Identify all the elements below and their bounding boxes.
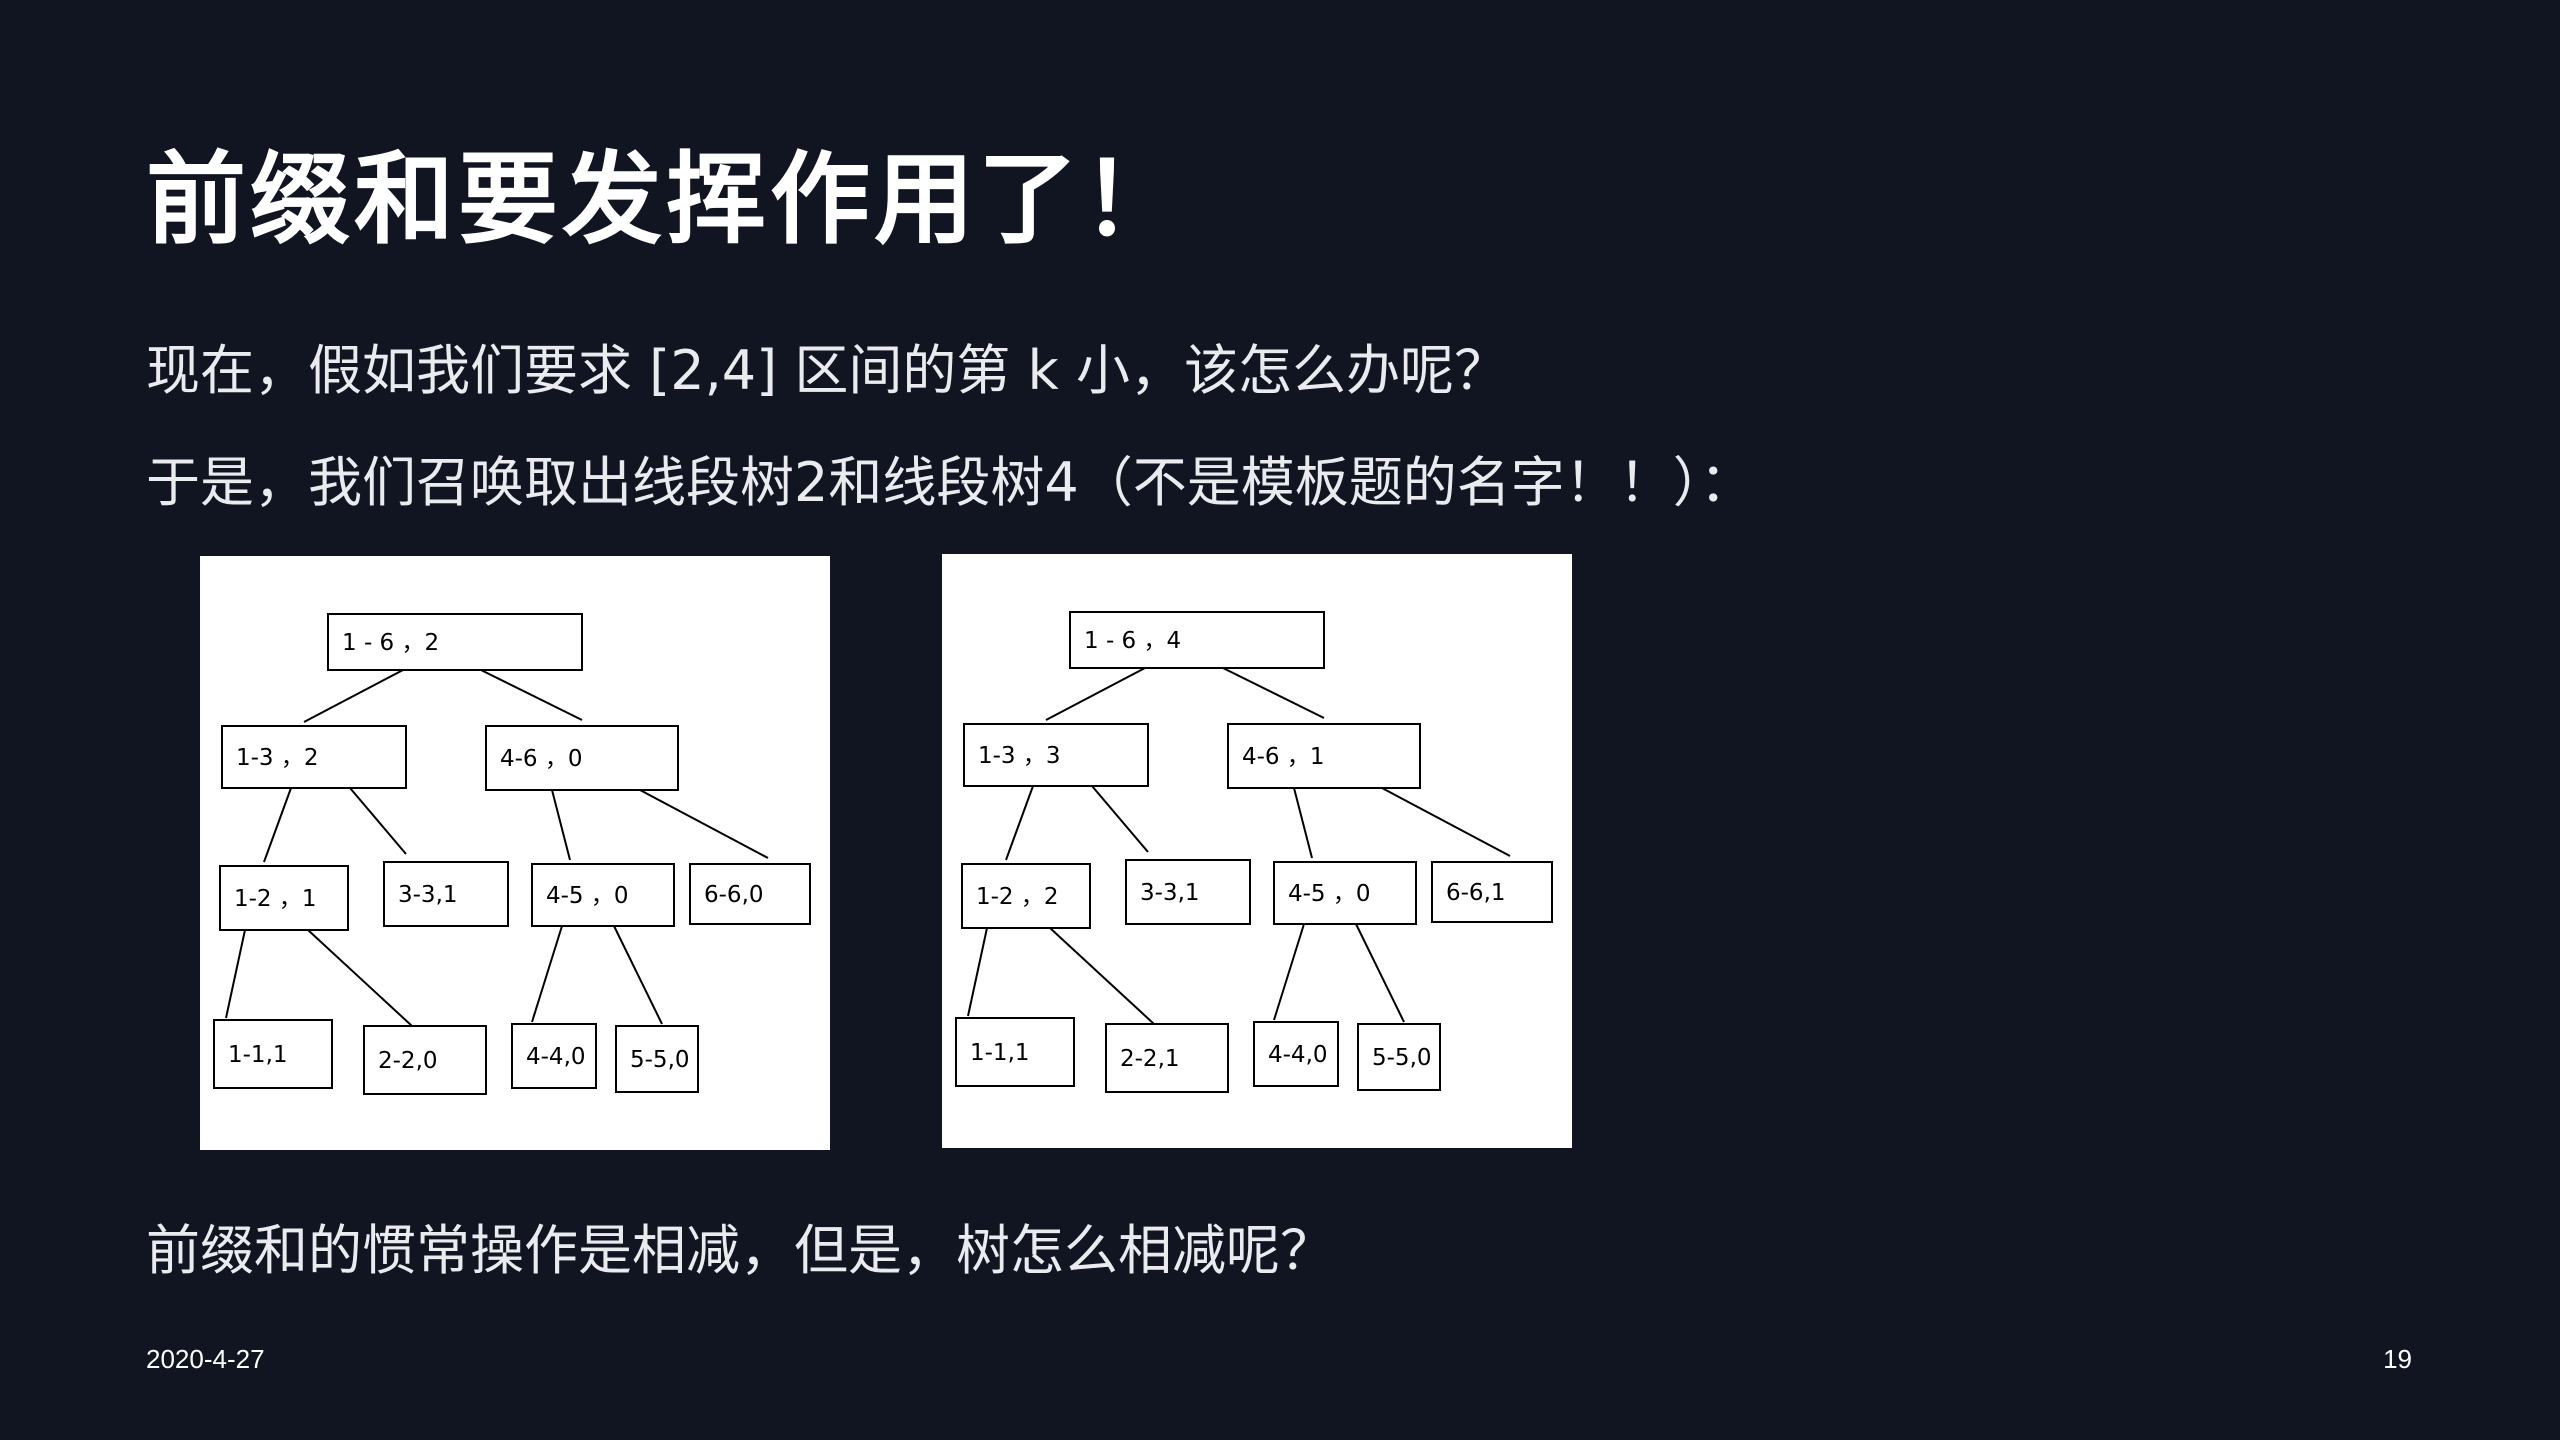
tree-node-label: 1-3 ，3 [978, 743, 1061, 769]
tree-node-label: 4-6 ，0 [500, 746, 583, 772]
tree-node: 3-3,1 [383, 861, 509, 927]
tree-node-label: 1 - 6 ，2 [342, 630, 439, 656]
tree-edge [639, 789, 769, 859]
tree-edge [1273, 923, 1305, 1021]
tree-node-label: 3-3,1 [398, 882, 458, 908]
tree-node: 1 - 6 ，4 [1069, 611, 1325, 669]
tree-node: 1-1,1 [213, 1019, 333, 1089]
tree-edge [1355, 923, 1405, 1023]
tree-edge [303, 669, 404, 723]
tree-edge [1293, 787, 1313, 859]
tree-node: 1-1,1 [955, 1017, 1075, 1087]
segment-tree-4-svg: 1 - 6 ，4 1-3 ，3 4-6 ，1 1-2 ，2 3-3,1 4-5 ，0 6-6… [955, 611, 1553, 1093]
tree-node: 1-2 ，1 [219, 865, 349, 931]
tree-node-label: 4-4,0 [526, 1044, 586, 1070]
slide: 前缀和要发挥作用了！ 现在，假如我们要求 [2,4] 区间的第 k 小，该怎么办… [0, 0, 2560, 1440]
footer-date: 2020-4-27 [146, 1344, 265, 1374]
tree-node: 4-4,0 [511, 1023, 597, 1089]
tree-node-label: 5-5,0 [1372, 1045, 1432, 1071]
body-text-question: 现在，假如我们要求 [2,4] 区间的第 k 小，该怎么办呢？ [146, 339, 1508, 402]
tree-edge [349, 787, 407, 855]
tree-node-label: 1-2 ，1 [234, 886, 317, 912]
tree-node-label: 4-5 ，0 [1288, 881, 1371, 907]
tree-edge [613, 925, 663, 1025]
tree-node-label: 5-5,0 [630, 1047, 690, 1073]
tree-edge [1091, 785, 1149, 853]
tree-node-label: 4-4,0 [1268, 1042, 1328, 1068]
tree-node: 2-2,0 [363, 1025, 487, 1095]
tree-node-label: 2-2,0 [378, 1048, 438, 1074]
tree-node-label: 4-6 ，1 [1242, 744, 1325, 770]
tree-node-label: 1 - 6 ，4 [1084, 628, 1181, 654]
tree-node: 6-6,1 [1431, 861, 1553, 923]
tree-node: 4-6 ，1 [1227, 723, 1421, 789]
tree-node: 4-4,0 [1253, 1021, 1339, 1087]
tree-node: 1-3 ，2 [221, 725, 407, 789]
segment-tree-2-svg: 1 - 6 ，2 1-3 ，2 4-6 ，0 1-2 ，1 3-3,1 4-5 ，0 6-6… [213, 613, 811, 1095]
tree-node: 4-5 ，0 [531, 863, 675, 927]
body-text-subtract-question: 前缀和的惯常操作是相减，但是，树怎么相减呢？ [146, 1219, 1334, 1282]
tree-node-label: 1-1,1 [228, 1042, 288, 1068]
tree-node: 2-2,1 [1105, 1023, 1229, 1093]
tree-edge [1222, 667, 1325, 719]
tree-edge [967, 927, 988, 1017]
slide-title: 前缀和要发挥作用了！ [146, 141, 1186, 258]
segment-tree-diagram-2: 1 - 6 ，2 1-3 ，2 4-6 ，0 1-2 ，1 3-3,1 4-5 ，0 6-6… [200, 556, 830, 1150]
tree-node: 5-5,0 [1357, 1023, 1441, 1091]
tree-node: 6-6,0 [689, 863, 811, 925]
tree-node-label: 6-6,1 [1446, 880, 1506, 906]
tree-edge [1381, 787, 1511, 857]
tree-node-label: 2-2,1 [1120, 1046, 1180, 1072]
tree-node: 4-5 ，0 [1273, 861, 1417, 925]
tree-node: 1 - 6 ，2 [327, 613, 583, 671]
tree-edge [531, 925, 563, 1023]
tree-edge [307, 929, 413, 1027]
tree-edge [480, 669, 583, 721]
segment-tree-diagram-4: 1 - 6 ，4 1-3 ，3 4-6 ，1 1-2 ，2 3-3,1 4-5 ，0 6-6… [942, 554, 1572, 1148]
tree-node-label: 3-3,1 [1140, 880, 1200, 906]
tree-node-label: 6-6,0 [704, 882, 764, 908]
tree-edge [1005, 785, 1034, 861]
tree-node: 1-3 ，3 [963, 723, 1149, 787]
tree-node: 1-2 ，2 [961, 863, 1091, 929]
tree-edge [225, 929, 246, 1019]
tree-node: 4-6 ，0 [485, 725, 679, 791]
tree-node: 5-5,0 [615, 1025, 699, 1093]
tree-node-label: 4-5 ，0 [546, 883, 629, 909]
page-number: 19 [2383, 1344, 2412, 1374]
tree-node-label: 1-3 ，2 [236, 745, 319, 771]
tree-node-label: 1-1,1 [970, 1040, 1030, 1066]
tree-edge [1049, 927, 1155, 1025]
tree-edge [263, 787, 292, 863]
tree-edge [1045, 667, 1146, 721]
tree-edge [551, 789, 571, 861]
tree-node-label: 1-2 ，2 [976, 884, 1059, 910]
tree-node: 3-3,1 [1125, 859, 1251, 925]
body-text-summon-trees: 于是，我们召唤取出线段树2和线段树4（不是模板题的名字！！）： [146, 451, 1754, 514]
